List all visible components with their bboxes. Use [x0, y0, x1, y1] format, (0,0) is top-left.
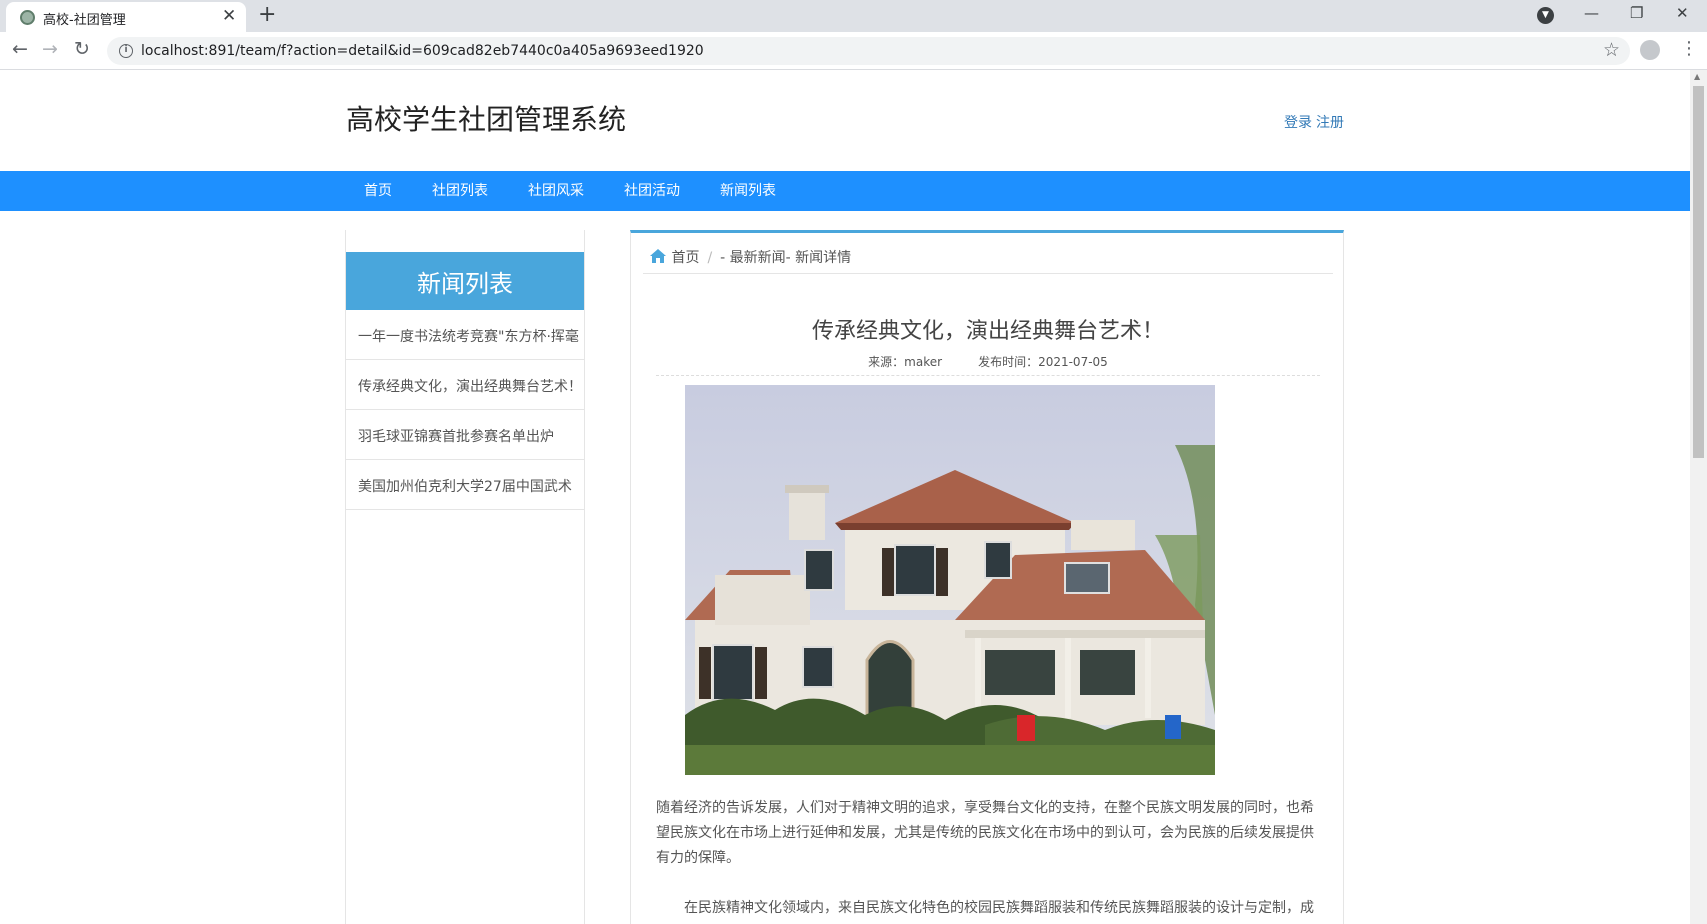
chrome-profile-icon[interactable]: ▼ — [1537, 7, 1554, 24]
minimize-window-icon[interactable]: — — [1584, 4, 1599, 22]
auth-links: 登录 注册 — [1284, 112, 1348, 132]
nav-home[interactable]: 首页 — [364, 171, 392, 211]
breadcrumb-current: - 最新新闻- 新闻详情 — [720, 250, 852, 266]
address-bar[interactable]: i localhost:891/team/f?action=detail&id=… — [107, 37, 1630, 65]
article-panel: 首页 / - 最新新闻- 新闻详情 传承经典文化，演出经典舞台艺术！ 来源：make… — [630, 230, 1344, 924]
article-source: 来源：maker — [868, 355, 943, 369]
sidebar-news-item[interactable]: 美国加州伯克利大学27届中国武术 — [345, 460, 585, 510]
article-paragraph: 随着经济的告诉发展，人们对于精神文明的追求，享受舞台文化的支持，在整个民族文明发… — [656, 800, 1314, 866]
article-date: 发布时间：2021-07-05 — [978, 355, 1108, 369]
tab-title: 高校-社团管理 — [43, 13, 126, 28]
sidebar-news-item[interactable]: 羽毛球亚锦赛首批参赛名单出炉 — [345, 410, 585, 460]
meta-divider — [656, 375, 1320, 376]
browser-tabbar: 高校-社团管理 ✕ + ▼ — ❐ ✕ — [0, 0, 1707, 32]
restore-window-icon[interactable]: ❐ — [1630, 4, 1643, 22]
sidebar-news-title[interactable]: 羽毛球亚锦赛首批参赛名单出炉 — [358, 426, 554, 446]
close-tab-icon[interactable]: ✕ — [222, 6, 236, 26]
favicon-icon — [20, 10, 35, 25]
new-tab-button[interactable]: + — [258, 2, 276, 27]
article-meta: 来源：maker 发布时间：2021-07-05 — [631, 353, 1345, 370]
main-navbar: 首页 社团列表 社团风采 社团活动 新闻列表 — [0, 171, 1690, 211]
nav-club-list[interactable]: 社团列表 — [432, 171, 488, 211]
sidebar-news-title[interactable]: 美国加州伯克利大学27届中国武术 — [358, 476, 572, 496]
back-icon[interactable]: ← — [12, 38, 28, 60]
url-text[interactable]: localhost:891/team/f?action=detail&id=60… — [141, 43, 704, 59]
login-link[interactable]: 登录 — [1284, 115, 1312, 131]
site-title: 高校学生社团管理系统 — [346, 103, 627, 136]
bookmark-star-icon[interactable]: ☆ — [1603, 39, 1620, 61]
breadcrumb-separator: / — [707, 250, 713, 266]
site-info-icon[interactable]: i — [119, 44, 133, 58]
nav-club-style[interactable]: 社团风采 — [528, 171, 584, 211]
register-link[interactable]: 注册 — [1316, 115, 1344, 131]
home-icon — [650, 249, 666, 263]
close-window-icon[interactable]: ✕ — [1676, 4, 1689, 22]
page-viewport: 高校学生社团管理系统 登录 注册 首页 社团列表 社团风采 社团活动 新闻列表 新… — [0, 70, 1690, 924]
article-paragraph: 在民族精神文化领域内，来自民族文化特色的校园民族舞蹈服装和传统民族舞蹈服装的设计… — [684, 900, 1314, 916]
breadcrumb: 首页 / - 最新新闻- 新闻详情 — [649, 247, 851, 267]
browser-tab[interactable]: 高校-社团管理 ✕ — [6, 2, 246, 32]
reload-icon[interactable]: ↻ — [74, 38, 90, 60]
profile-avatar-icon[interactable] — [1640, 40, 1660, 60]
article-photo — [685, 385, 1215, 775]
sidebar-news-item[interactable]: 一年一度书法统考竞赛"东方杯·挥毫 — [345, 310, 585, 360]
scroll-up-icon[interactable]: ▲ — [1694, 72, 1700, 81]
forward-icon[interactable]: → — [42, 38, 58, 60]
sidebar-heading-text: 新闻列表 — [417, 270, 513, 298]
nav-club-activities[interactable]: 社团活动 — [624, 171, 680, 211]
sidebar-news-item[interactable]: 传承经典文化，演出经典舞台艺术！ — [345, 360, 585, 410]
breadcrumb-home[interactable]: 首页 — [671, 250, 699, 266]
scrollbar-thumb[interactable] — [1693, 86, 1704, 458]
sidebar-heading: 新闻列表 — [346, 252, 584, 310]
breadcrumb-divider — [643, 273, 1333, 274]
nav-news-list[interactable]: 新闻列表 — [720, 171, 776, 211]
sidebar-news-title[interactable]: 传承经典文化，演出经典舞台艺术！ — [358, 376, 582, 396]
page-scrollbar[interactable]: ▲ — [1690, 70, 1707, 924]
browser-toolbar: ← → ↻ i localhost:891/team/f?action=deta… — [0, 32, 1707, 70]
browser-menu-icon[interactable]: ⋮ — [1680, 38, 1698, 59]
sidebar-news-title[interactable]: 一年一度书法统考竞赛"东方杯·挥毫 — [358, 326, 579, 346]
article-title: 传承经典文化，演出经典舞台艺术！ — [811, 319, 1164, 344]
